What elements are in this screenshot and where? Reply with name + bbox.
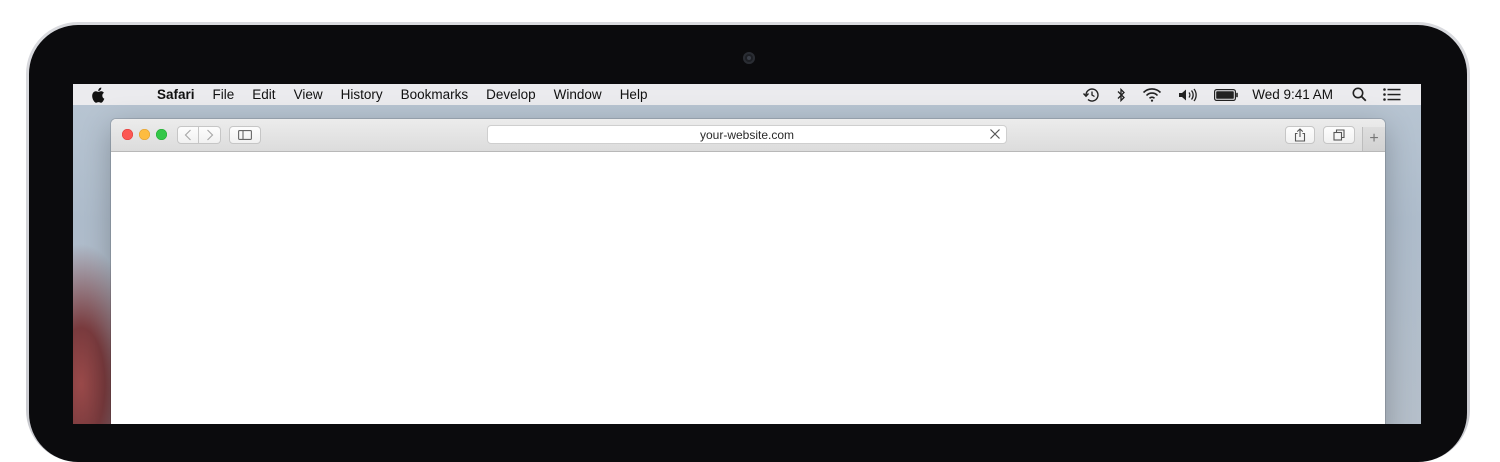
show-all-tabs-button[interactable] [1323,126,1355,144]
menu-help[interactable]: Help [611,87,657,102]
back-button[interactable] [177,126,199,144]
menu-bookmarks[interactable]: Bookmarks [392,87,478,102]
menu-bar: Safari File Edit View History Bookmarks … [73,84,1421,105]
apple-menu-icon[interactable] [73,86,123,103]
web-content[interactable] [111,152,1385,424]
zoom-window-button[interactable] [156,129,167,140]
battery-icon[interactable] [1214,84,1239,105]
notification-center-icon[interactable] [1383,84,1401,105]
tabs-overview-icon [1333,129,1345,141]
menu-develop[interactable]: Develop [477,87,545,102]
new-tab-button[interactable]: + [1362,127,1385,151]
sidebar-icon [238,130,252,140]
chevron-left-icon [184,129,191,141]
safari-toolbar: your-website.com + [111,119,1385,152]
menu-edit[interactable]: Edit [243,87,284,102]
menu-history[interactable]: History [332,87,392,102]
time-machine-icon[interactable] [1082,84,1100,105]
share-icon [1294,128,1306,142]
address-bar[interactable]: your-website.com [487,125,1007,144]
close-window-button[interactable] [122,129,133,140]
menu-safari[interactable]: Safari [123,87,204,102]
volume-icon[interactable] [1178,84,1198,105]
safari-window: your-website.com + [111,119,1385,424]
wifi-icon[interactable] [1142,84,1162,105]
address-url[interactable]: your-website.com [488,128,1006,142]
menu-view[interactable]: View [285,87,332,102]
camera-icon [743,52,755,64]
menubar-clock[interactable]: Wed 9:41 AM [1252,87,1333,102]
stop-loading-icon[interactable] [989,128,1001,140]
chevron-right-icon [206,129,213,141]
forward-button[interactable] [199,126,221,144]
search-icon[interactable] [1352,84,1367,105]
sidebar-toggle-button[interactable] [229,126,261,144]
bluetooth-icon[interactable] [1116,84,1126,105]
menu-file[interactable]: File [204,87,244,102]
menu-window[interactable]: Window [545,87,611,102]
minimize-window-button[interactable] [139,129,150,140]
status-area: Wed 9:41 AM [1074,84,1421,105]
screen: Safari File Edit View History Bookmarks … [73,84,1421,424]
share-button[interactable] [1285,126,1315,144]
